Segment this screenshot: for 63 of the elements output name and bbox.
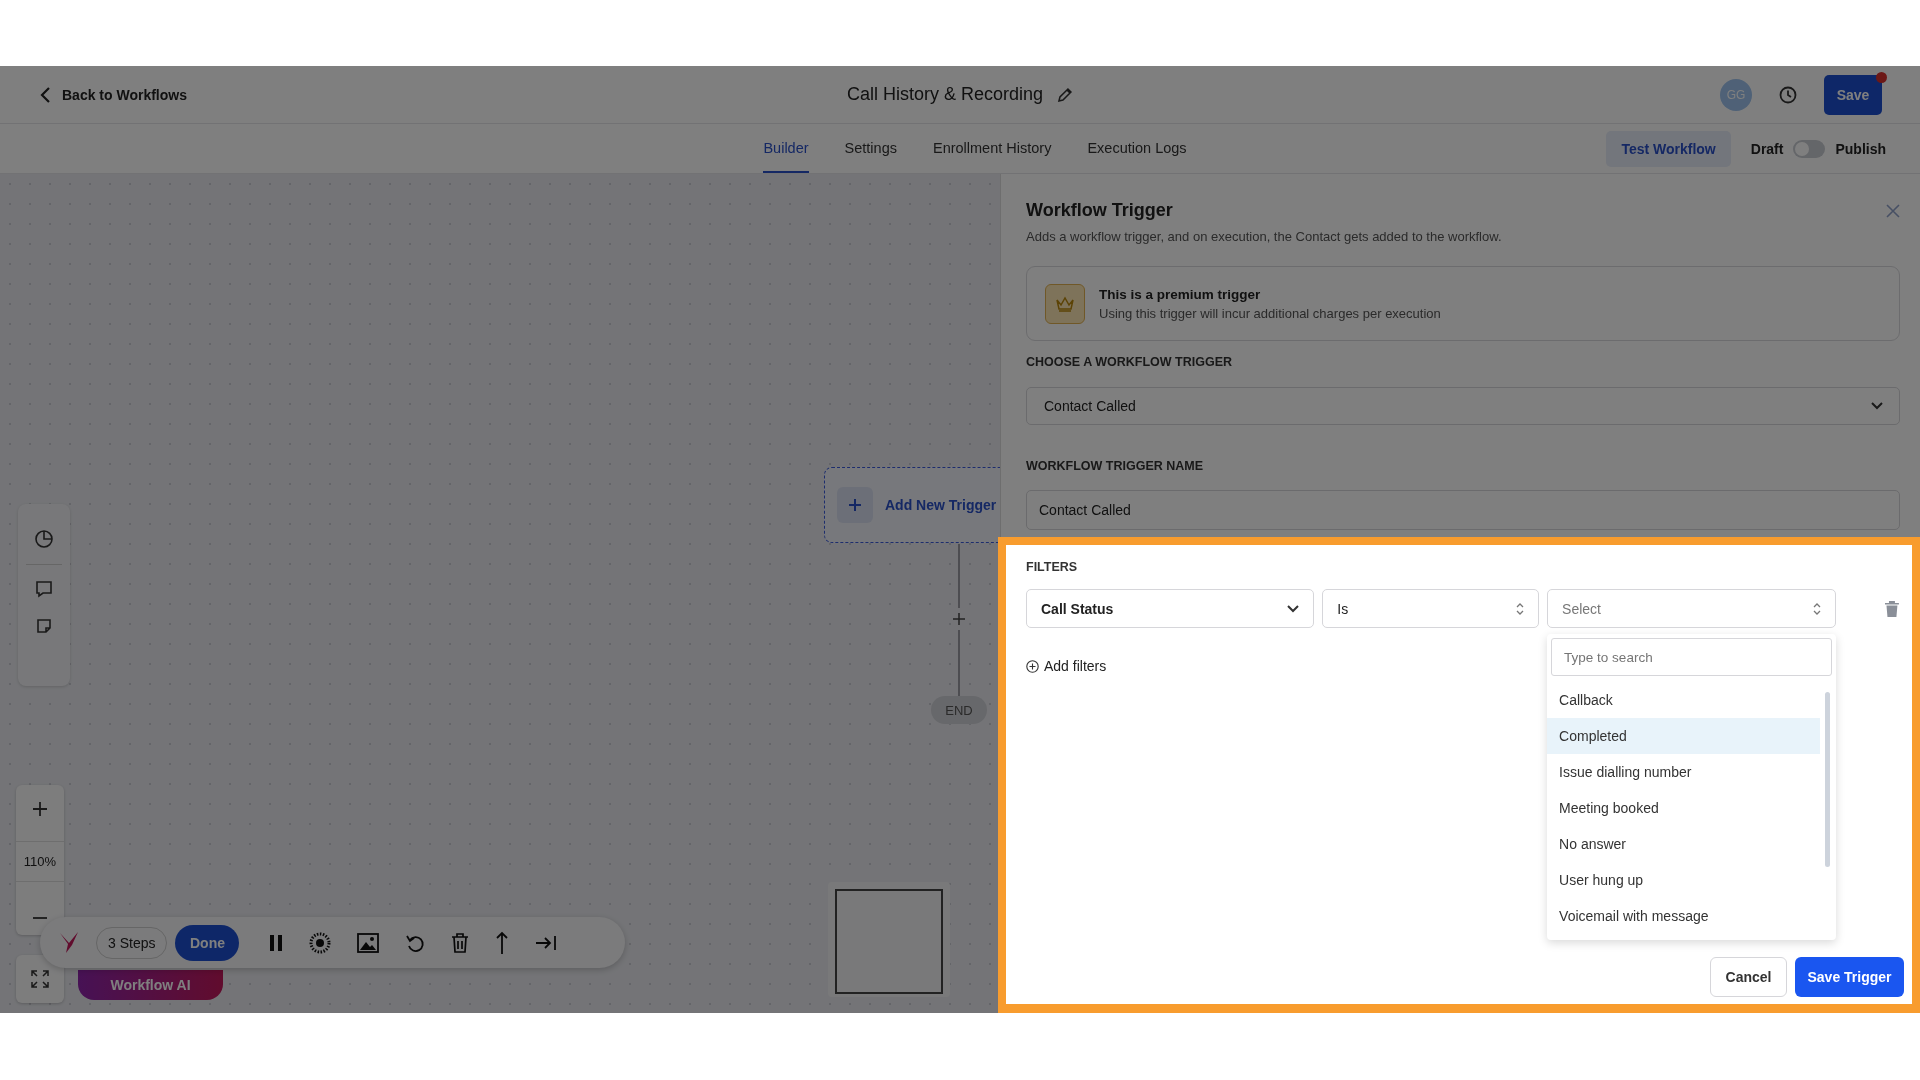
draft-label: Draft — [1750, 140, 1784, 157]
filter-field-select[interactable]: Call Status — [1026, 589, 1315, 628]
trigger-node[interactable]: Add New Trigger — [824, 467, 1000, 543]
trigger-name-field[interactable]: Contact Called — [1026, 490, 1900, 530]
trash-icon[interactable] — [451, 932, 470, 953]
plus-circle-icon — [1026, 659, 1039, 673]
comment-icon[interactable] — [34, 579, 54, 599]
dropdown-option[interactable]: Issue dialling number — [1547, 754, 1821, 790]
history-icon[interactable] — [1778, 84, 1798, 105]
field-label: WORKFLOW TRIGGER NAME — [1026, 459, 1205, 473]
sticky-note-icon[interactable] — [35, 617, 53, 635]
cancel-button[interactable]: Cancel — [1710, 957, 1787, 997]
tab[interactable]: Enrollment History — [932, 124, 1052, 173]
zoom-out-icon[interactable] — [32, 916, 48, 920]
dropdown-option[interactable]: Meeting booked — [1547, 790, 1821, 826]
chevron-left-icon — [40, 85, 52, 104]
chevron-down-icon — [1871, 402, 1883, 410]
sort-arrows-icon — [1516, 601, 1525, 616]
premium-title: This is a premium trigger — [1099, 286, 1262, 302]
plus-icon — [848, 498, 862, 512]
save-trigger-button[interactable]: Save Trigger — [1795, 957, 1904, 997]
image-icon[interactable] — [357, 932, 380, 953]
trash-icon[interactable] — [1884, 599, 1900, 618]
publish-label: Publish — [1835, 140, 1886, 157]
add-trigger-label: Add New Trigger — [885, 497, 997, 513]
dropdown-option[interactable]: Callback — [1547, 682, 1821, 718]
done-button[interactable]: Done — [175, 924, 240, 961]
end-node: END — [931, 696, 987, 724]
back-link[interactable]: Back to Workflows — [40, 85, 187, 104]
zoom-level: 110% — [16, 841, 64, 882]
dotted-circle-icon[interactable] — [309, 931, 332, 954]
workflow-title: Call History & Recording — [846, 84, 1044, 105]
search-field[interactable]: Type to search — [1551, 638, 1833, 676]
chevron-down-icon — [1287, 604, 1300, 613]
pencil-icon[interactable] — [1057, 86, 1074, 103]
field-label: CHOOSE A WORKFLOW TRIGGER — [1026, 355, 1233, 369]
crown-icon — [1055, 295, 1075, 312]
tab[interactable]: Settings — [844, 124, 897, 173]
pause-icon[interactable] — [269, 933, 284, 952]
add-filters-button[interactable]: Add filters — [1026, 658, 1107, 674]
zoom-in-icon[interactable] — [32, 801, 48, 817]
save-button[interactable]: Save — [1824, 74, 1882, 115]
trigger-select[interactable]: Contact Called — [1026, 387, 1900, 425]
plus-icon[interactable] — [953, 613, 965, 625]
premium-text: Using this trigger will incur additional charges per execution — [1099, 305, 1441, 321]
panel-title: Workflow Trigger — [1026, 200, 1173, 221]
panel-description: Adds a workflow trigger, and on execution, the Contact gets added to the workflow. — [1026, 229, 1503, 244]
dropdown-option[interactable]: User hung up — [1547, 862, 1821, 898]
dropdown-option[interactable]: No answer — [1547, 826, 1821, 862]
tab[interactable]: Execution Logs — [1087, 124, 1187, 173]
expand-icon — [31, 970, 49, 988]
dropdown-option[interactable]: Completed — [1547, 718, 1821, 754]
value-select[interactable]: Select — [1547, 589, 1837, 628]
sort-arrows-icon — [1813, 601, 1822, 616]
pie-chart-icon[interactable] — [33, 528, 55, 550]
publish-toggle[interactable] — [1793, 139, 1826, 158]
arrow-to-end-icon[interactable] — [535, 934, 558, 951]
test-workflow-button[interactable]: Test Workflow — [1606, 130, 1731, 167]
filters-label: FILTERS — [1026, 560, 1079, 574]
arrow-up-icon[interactable] — [495, 930, 510, 955]
workflow-ai-button[interactable]: Workflow AI — [78, 970, 223, 1000]
operator-select[interactable]: Is — [1322, 589, 1540, 628]
dropdown-option[interactable]: Voicemail with message — [1547, 898, 1821, 934]
